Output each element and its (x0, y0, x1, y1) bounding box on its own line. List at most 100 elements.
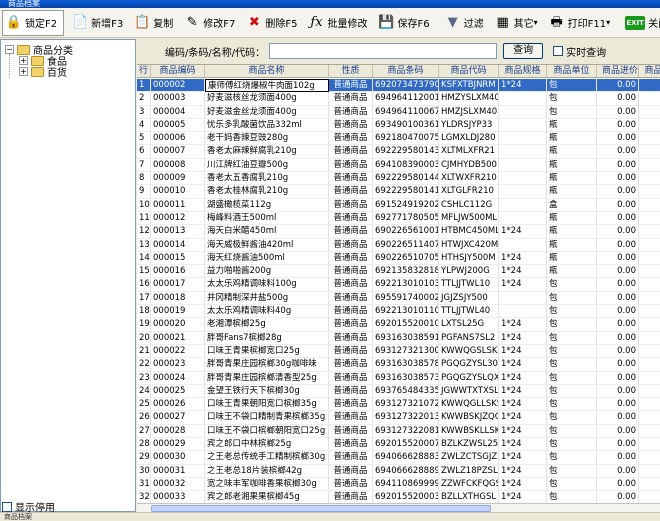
table-row[interactable]: 7 000008 川江牌红油豆瓣500g 普通商品 6941083900037 CJMHY… (137, 158, 660, 173)
table-cell: XLTMLXFR21 (439, 145, 499, 159)
column-header[interactable]: 商品条码 (373, 65, 439, 78)
toolbar-button-4[interactable]: ✖ 删除F5 (242, 10, 304, 36)
column-header[interactable]: 性质 (329, 65, 373, 78)
column-header[interactable]: 商品单位 (547, 65, 597, 78)
table-cell: XLTGLFR210 (439, 185, 499, 199)
table-row[interactable]: 16 000017 太太乐鸡精调味料100g 普通商品 6922130101034 TTL… (137, 278, 660, 292)
table-cell: 22 (137, 358, 151, 372)
table-row[interactable]: 5 000006 老干妈香辣豆豉280g 普通商品 6921804700757 LGMXL… (137, 132, 660, 146)
expand-icon[interactable]: + (19, 67, 28, 76)
table-cell: 1*24 (499, 251, 547, 266)
table-row[interactable]: 25 000026 口味王青果朝阳宽口槟榔35g 普通商品 6931273210725 K… (137, 398, 660, 412)
toolbar-button-7[interactable]: ▼ 过滤 (441, 10, 491, 36)
toolbar-button-6[interactable]: 💾 保存F6 (375, 10, 437, 36)
table-row[interactable]: 31 000032 宽之味丰军咖啡香果槟榔30g 普通商品 6941108699991 Z… (137, 477, 660, 492)
table-cell: 000023 (151, 358, 205, 372)
column-header[interactable]: 商品进价 (597, 65, 639, 78)
table-row[interactable]: 30 000031 之王老总18片装槟榔42g 普通商品 6940666288890 ZW… (137, 464, 660, 478)
table-cell: MFLJW500ML (439, 211, 499, 226)
table-row[interactable]: 2 000003 好麦滋核丝龙须面400g 普通商品 6949641120019 HMZY… (137, 92, 660, 106)
edit-icon: ✎ (186, 14, 198, 30)
search-input[interactable] (269, 43, 498, 59)
table-cell: 000031 (151, 464, 205, 478)
table-cell: 香老太桂林腐乳210g (205, 185, 329, 199)
toolbar-button-10[interactable]: EXIT关闭Esc (621, 10, 660, 36)
table-row[interactable]: 29 000030 之王老总传统手工精制槟榔30g 普通商品 6940666288838… (137, 451, 660, 465)
toolbar-button-2[interactable]: 📋 复制 (130, 10, 180, 36)
show-disabled-checkbox[interactable] (2, 501, 12, 512)
table-cell: 28 (137, 438, 151, 452)
toolbar-button-label: 锁定F2 (25, 19, 58, 30)
table-row[interactable]: 14 000015 海天红烧酱油500ml 普通商品 6902265107057 HTHS… (137, 251, 660, 266)
table-row[interactable]: 23 000024 胖哥青果庄园槟榔清香型25g 普通商品 6931630385738 P… (137, 371, 660, 385)
table-row[interactable]: 18 000019 太太乐鸡精调味料40g 普通商品 6922130101102 TTLJ… (137, 305, 660, 319)
table-cell: 包 (547, 291, 597, 306)
realtime-query-toggle[interactable]: 实时查询 (553, 44, 606, 59)
table-row[interactable]: 22 000023 胖哥青果庄园槟榔30g咖啡味 普通商品 6931630385783 P… (137, 358, 660, 372)
scrollbar-thumb[interactable] (151, 505, 491, 512)
table-row[interactable]: 9 000010 香老太桂林腐乳210g 普通商品 6922295801411 XLTGL… (137, 185, 660, 199)
table-cell: 6920155200039 (373, 491, 439, 503)
table-cell: 普通商品 (329, 172, 373, 186)
column-header[interactable]: 商品代码 (439, 65, 499, 78)
toolbar-button-0[interactable]: 🔒 锁定F2 (2, 9, 65, 36)
dropdown-arrow-icon[interactable]: ▾ (534, 18, 538, 27)
collapse-icon[interactable]: − (5, 45, 14, 54)
table-row[interactable]: 20 000021 胖哥Fans7槟榔28g 普通商品 6931630385912 PGF… (137, 331, 660, 345)
table-row[interactable]: 24 000025 金望王铁行天下槟榔30g 普通商品 6937654843353 JGW… (137, 384, 660, 399)
table-cell: 包 (547, 92, 597, 106)
table-row[interactable]: 32 000033 宾之郎老湘果果槟榔45g 普通商品 6920155200039 BZL… (137, 491, 660, 503)
table-cell: 益力啪啪酱200g (205, 265, 329, 279)
realtime-query-checkbox[interactable] (553, 46, 564, 56)
table-row[interactable]: 12 000013 海天白米醋450ml 普通商品 6902265610014 HTBMC… (137, 225, 660, 239)
table-cell: 普通商品 (329, 464, 373, 478)
table-row[interactable]: 11 000012 梅峰料酒王500ml 普通商品 6927717805053 MFLJW… (137, 211, 660, 226)
table-cell: 0.00 (597, 358, 639, 372)
table-cell: 1*24 (499, 331, 547, 345)
table-cell: 0.00 (597, 105, 639, 119)
tree-node-general-goods[interactable]: + 百货 (19, 64, 67, 79)
toolbar-button-5[interactable]: ƒx 批量修改 (305, 10, 375, 36)
toolbar-button-8[interactable]: ▦ 其它 ▾ (491, 10, 545, 36)
toolbar-button-9[interactable]: 🖶 打印F11 ▾ (545, 10, 618, 36)
table-row[interactable]: 19 000020 老湘潭槟榔25g 普通商品 6920155200107 LXTSL25… (137, 318, 660, 332)
horizontal-scrollbar[interactable] (137, 503, 660, 512)
table-row[interactable]: 15 000016 益力啪啪酱200g 普通商品 6921358328186 YLPWJ2… (137, 265, 660, 279)
table-cell: 7 (137, 158, 151, 173)
table-row[interactable]: 4 000005 忧乐多乳酸菌饮品332ml 普通商品 6934901003614 YLD… (137, 118, 660, 133)
table-cell: 0.00 (597, 451, 639, 465)
table-row[interactable]: 13 000014 海天威极鲜酱油420ml 普通商品 6902265114079 HTW… (137, 238, 660, 252)
table-cell: 1*24 (499, 384, 547, 399)
table-cell (639, 305, 660, 319)
toolbar-button-3[interactable]: ✎ 修改F7 (180, 10, 242, 36)
table-cell: 包 (547, 491, 597, 503)
column-header[interactable]: 行 (137, 65, 151, 78)
table-cell: JGJZSJY500 (439, 291, 499, 306)
table-row[interactable]: 26 000027 口味王不袋口精制青果槟榔35g 普通商品 6931273220137… (137, 411, 660, 425)
column-header[interactable]: 商品规格 (499, 65, 547, 78)
table-row[interactable]: 28 000029 宾之郎口中林槟榔25g 普通商品 6920155200077 BZLK… (137, 438, 660, 452)
table-row[interactable]: 1 000002 康师傅红烧爆椒牛肉面102g 普通商品 6920734737901 KS… (137, 79, 660, 93)
toolbar-button-1[interactable]: 📄 新增F3 (68, 10, 130, 36)
table-row[interactable]: 27 000028 口味王不袋口槟榔朝阳宽口25g 普通商品 6931273220816… (137, 424, 660, 439)
table-cell: 海天白米醋450ml (205, 225, 329, 239)
table-cell: 普通商品 (329, 384, 373, 399)
table-cell: LXTSL25G (439, 318, 499, 332)
column-header[interactable]: 商品编码 (151, 65, 205, 78)
column-header[interactable]: 商品 (639, 65, 660, 78)
table-row[interactable]: 6 000007 香老太麻辣鲜腐乳210g 普通商品 6922295801435 XLTM… (137, 145, 660, 159)
toolbar-button-label: 打印F11 (567, 19, 607, 30)
query-button[interactable]: 查询 (503, 43, 544, 59)
table-row[interactable]: 10 000011 湖盛橄榄菜112g 普通商品 6915249192024 CSHLC1… (137, 198, 660, 212)
table-row[interactable]: 3 000004 好麦滋金丝龙须面400g 普通商品 6949641100677 HMZJ… (137, 105, 660, 119)
dropdown-arrow-icon[interactable]: ▾ (606, 18, 610, 27)
table-cell: 普通商品 (329, 225, 373, 239)
table-row[interactable]: 17 000018 井冈精制深井盐500g 普通商品 6955917400020 JGJZ… (137, 291, 660, 306)
column-header[interactable]: 商品名称 (205, 65, 329, 78)
table-row[interactable]: 8 000009 香老太五香腐乳210g 普通商品 6922295801442 XLTWX… (137, 172, 660, 186)
table-cell: XLTWXFR210 (439, 172, 499, 186)
table-cell: 23 (137, 371, 151, 385)
table-cell: 6949641100677 (373, 105, 439, 119)
table-cell: 1*24 (499, 344, 547, 359)
table-row[interactable]: 21 000022 口味王青果槟榔宽口25g 普通商品 6931273213009 KWW… (137, 344, 660, 359)
